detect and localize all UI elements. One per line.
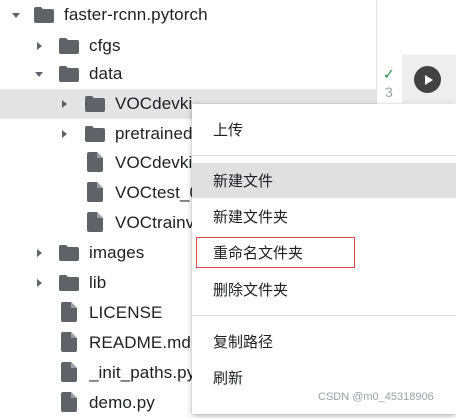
folder-icon — [84, 94, 106, 114]
menu-item-label: 删除文件夹 — [213, 282, 289, 299]
file-icon — [84, 182, 106, 202]
chevron-down-icon[interactable] — [31, 66, 47, 82]
menu-item-label: 上传 — [213, 122, 244, 139]
chevron-down-icon[interactable] — [8, 7, 24, 23]
file-icon — [84, 152, 106, 172]
play-icon — [424, 74, 433, 85]
chevron-right-icon[interactable] — [56, 96, 72, 112]
tree-item-label: LICENSE — [89, 303, 163, 322]
menu-divider — [192, 155, 456, 156]
tree-item-label: lib — [89, 273, 107, 292]
chevron-right-icon[interactable] — [31, 245, 47, 261]
tree-item-label: VOCtest_06-Nov-2007.tar — [115, 183, 192, 202]
file-icon — [58, 392, 80, 412]
tree-item-label: README.md — [89, 333, 191, 352]
tree-item-label: VOCtrainval_06-Nov-2007.tar — [115, 213, 192, 232]
tree-item-label: _init_paths.py — [89, 363, 192, 382]
file-icon — [84, 212, 106, 232]
menu-item-label: 刷新 — [213, 370, 244, 387]
tree-item-label: faster-rcnn.pytorch — [64, 5, 208, 24]
tree-item-label: cfgs — [89, 36, 121, 55]
folder-icon — [58, 243, 80, 263]
tree-item-label: VOCdevkit — [115, 94, 192, 113]
run-cell-button[interactable] — [414, 66, 441, 93]
file-icon — [58, 332, 80, 352]
folder-icon — [58, 36, 80, 56]
chevron-right-icon[interactable] — [56, 126, 72, 142]
menu-item-label: 复制路径 — [213, 334, 274, 351]
file-icon — [58, 302, 80, 322]
tree-item-label: VOCdevkit2007.zip — [115, 153, 192, 172]
watermark: CSDN @m0_45318906 — [318, 391, 434, 403]
tree-item-label: pretrainedmodel — [115, 124, 192, 143]
folder-icon — [58, 64, 80, 84]
annotation-highlight-box — [196, 237, 355, 268]
tree-item-label: images — [89, 243, 145, 262]
check-icon: ✓ — [383, 66, 395, 82]
menu-divider — [192, 315, 456, 316]
menu-item-new-folder[interactable]: 新建文件夹 — [192, 199, 456, 234]
menu-item-new-file[interactable]: 新建文件 — [192, 163, 456, 198]
menu-item-delete-folder[interactable]: 删除文件夹 — [192, 272, 456, 307]
tree-item-data[interactable]: data — [0, 59, 376, 89]
chevron-right-icon[interactable] — [31, 275, 47, 291]
menu-item-label: 新建文件 — [213, 173, 274, 190]
tree-item-label: demo.py — [89, 393, 155, 412]
tree-item-faster-rcnn[interactable]: faster-rcnn.pytorch — [0, 0, 376, 30]
file-icon — [58, 362, 80, 382]
menu-item-upload[interactable]: 上传 — [192, 112, 456, 147]
execution-count: 3 — [385, 84, 393, 100]
tree-item-label: data — [89, 64, 123, 83]
folder-icon — [58, 273, 80, 293]
menu-item-copy-path[interactable]: 复制路径 — [192, 324, 456, 359]
chevron-right-icon[interactable] — [31, 38, 47, 54]
menu-item-label: 新建文件夹 — [213, 209, 289, 226]
folder-icon — [84, 124, 106, 144]
folder-icon — [33, 5, 55, 25]
tree-item-cfgs[interactable]: cfgs — [0, 31, 376, 61]
menu-item-refresh[interactable]: 刷新 — [192, 360, 456, 395]
